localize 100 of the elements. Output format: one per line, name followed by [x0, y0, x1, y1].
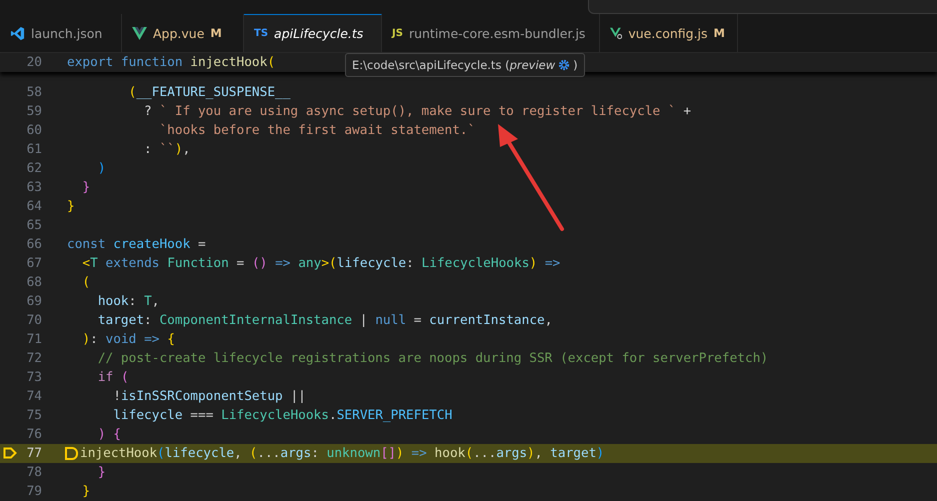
line-number: 66 — [26, 237, 42, 252]
debug-pointer-icon[interactable] — [3, 447, 17, 459]
modified-indicator: M — [714, 26, 725, 40]
line-number: 63 — [26, 180, 42, 195]
code-bracket: } — [81, 180, 90, 195]
tooltip-text: ) — [573, 58, 578, 72]
code-comment: // post-create lifecycle registrations are noops during SSR (except for serverPrefetch) — [96, 351, 768, 366]
code-type-name: unknown — [326, 446, 381, 461]
code-keyword: export — [67, 55, 114, 70]
code-identifier: args — [280, 446, 312, 461]
code-bracket: [] — [380, 446, 396, 461]
code-bracket: ( — [157, 446, 165, 461]
tooltip-text: E:\code\src\apiLifecycle.ts (preview — [352, 58, 556, 72]
code-string: `hooks before the first await statement.` — [158, 123, 476, 138]
tab-label: apiLifecycle.ts — [274, 26, 364, 41]
modified-indicator: M — [210, 26, 222, 40]
line-number: 79 — [26, 484, 42, 499]
code-text: : — [128, 294, 138, 309]
editor-tab[interactable]: TS apiLifecycle.ts — [244, 14, 382, 52]
code-text: , — [544, 313, 552, 328]
code-bracket: ) — [396, 446, 404, 461]
line-number: 70 — [26, 313, 42, 328]
gear-icon — [558, 59, 570, 71]
code-bracket: ) — [529, 256, 538, 271]
code-bracket: ) — [96, 427, 106, 442]
code-identifier: lifecycle — [112, 408, 183, 423]
file-type-label: TS — [254, 28, 268, 39]
code-text: ... — [473, 446, 496, 461]
code-keyword: const — [67, 237, 107, 252]
code-identifier: hook — [96, 294, 129, 309]
line-number: 73 — [26, 370, 42, 385]
line-number: 77 — [26, 446, 42, 461]
code-text: ? — [143, 104, 153, 119]
code-identifier: SERVER_PREFETCH — [336, 408, 452, 423]
code-text: = — [236, 256, 246, 271]
code-text: . — [328, 408, 337, 423]
code-function-name: hook — [434, 446, 466, 461]
code-text: : — [311, 446, 320, 461]
code-bracket: ) — [596, 446, 604, 461]
code-bracket: { — [167, 332, 175, 347]
code-bracket: } — [67, 199, 75, 214]
code-type-name: any — [298, 256, 322, 271]
file-type-icon — [610, 26, 622, 40]
code-bracket: ( — [81, 275, 90, 290]
editor-tab[interactable]: launch.json — [0, 14, 122, 52]
code-keyword: extends — [106, 256, 160, 271]
code-identifier: target — [96, 313, 144, 328]
code-type-name: LifecycleHooks — [422, 256, 530, 271]
code-keyword: function — [120, 55, 184, 70]
code-text: || — [289, 389, 306, 404]
code-bracket: > — [321, 256, 330, 271]
code-bracket: () — [252, 256, 268, 271]
code-text: = — [412, 313, 422, 328]
code-identifier: __FEATURE_SUSPENSE__ — [136, 85, 290, 100]
code-bracket: ( — [250, 446, 258, 461]
code-keyword: void — [106, 332, 136, 347]
line-number: 69 — [26, 294, 42, 309]
code-string: `` — [159, 142, 175, 157]
code-identifier: isInSSRComponentSetup — [120, 389, 283, 404]
code-bracket: ( — [465, 446, 474, 461]
code-identifier: target — [550, 446, 596, 461]
code-text: , — [234, 446, 243, 461]
code-bracket: ) — [96, 161, 106, 176]
tab-label: vue.config.js — [628, 26, 708, 40]
editor-tab[interactable]: JS runtime-core.esm-bundler.js — [382, 14, 600, 52]
code-bracket: ( — [128, 85, 136, 100]
line-number: 67 — [26, 256, 42, 271]
line-number: 75 — [26, 408, 42, 423]
file-type-icon — [132, 26, 147, 40]
line-number: 68 — [26, 275, 42, 290]
code-bracket: { — [112, 427, 121, 442]
code-keyword: => — [544, 256, 560, 271]
editor-tab[interactable]: vue.config.js M — [600, 14, 738, 52]
code-bracket: ( — [329, 256, 337, 271]
line-number: 78 — [26, 465, 42, 480]
code-type-name: ComponentInternalInstance — [159, 313, 352, 328]
code-identifier: currentInstance — [429, 313, 545, 328]
code-text: : — [406, 256, 415, 271]
line-number: 71 — [26, 332, 42, 347]
line-number: 58 — [26, 85, 42, 100]
code-keyword: => — [410, 446, 428, 461]
code-text: ! — [112, 389, 121, 404]
code-type-name: T — [90, 256, 99, 271]
code-type-name: LifecycleHooks — [221, 408, 329, 423]
code-bracket: } — [96, 465, 106, 480]
code-bracket: } — [81, 484, 90, 499]
code-text: ... — [257, 446, 280, 461]
inline-breakpoint-icon[interactable] — [65, 447, 78, 460]
code-bracket: ) — [527, 446, 535, 461]
code-text: , — [152, 294, 160, 309]
file-type-icon — [10, 26, 25, 40]
code-text: : — [144, 313, 153, 328]
line-number: 72 — [26, 351, 42, 366]
tab-label: launch.json — [31, 26, 102, 40]
code-identifier: createHook — [113, 237, 190, 252]
code-identifier: lifecycle — [336, 256, 406, 271]
code-text: + — [683, 104, 692, 119]
tab-label: runtime-core.esm-bundler.js — [408, 26, 586, 40]
line-number: 65 — [26, 218, 42, 233]
code-identifier: lifecycle — [164, 446, 234, 461]
